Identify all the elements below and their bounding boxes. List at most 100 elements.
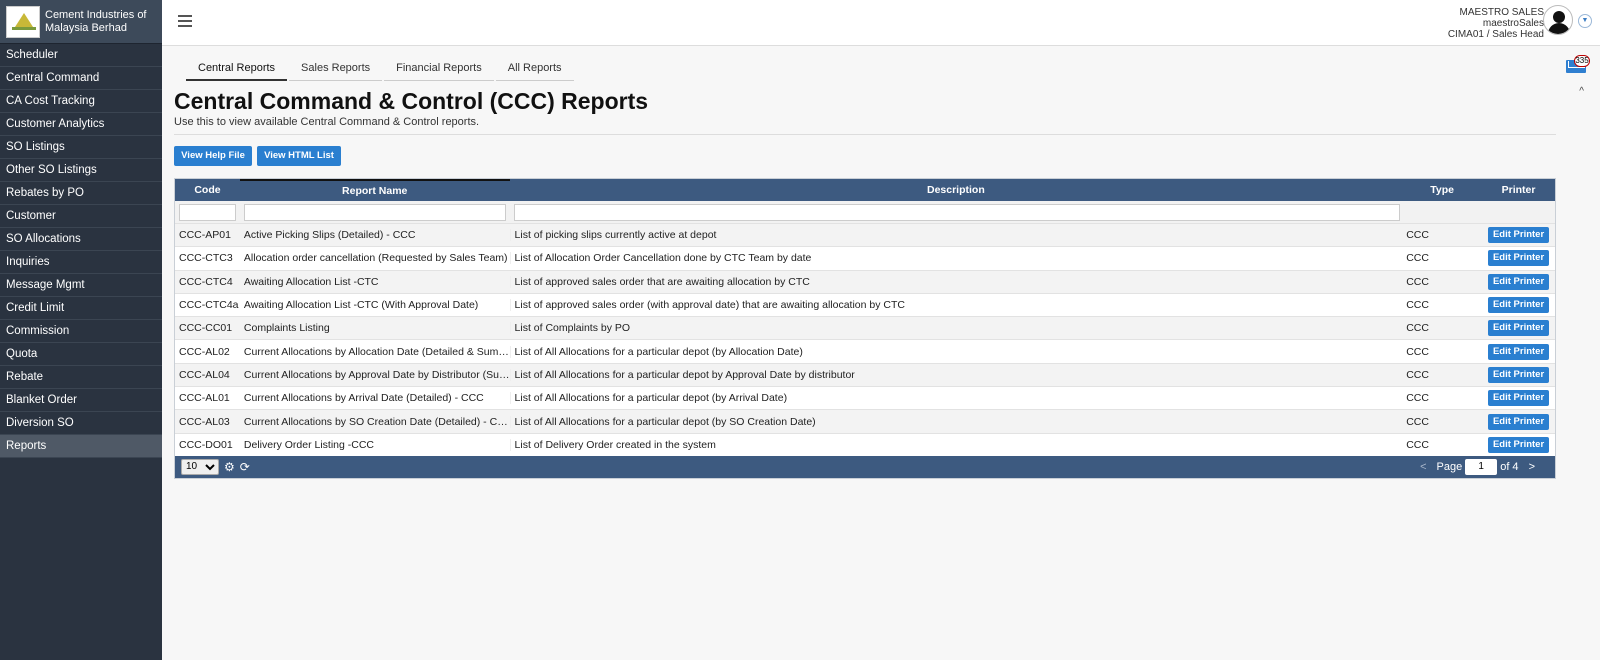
user-role: CIMA01 / Sales Head <box>1447 29 1544 40</box>
avatar[interactable] <box>1543 5 1573 35</box>
filter-row <box>175 201 1555 223</box>
row-type: CCC <box>1406 438 1429 451</box>
gear-icon[interactable]: ⚙ <box>224 460 235 474</box>
company-logo <box>6 5 40 38</box>
edit-printer-button[interactable]: Edit Printer <box>1487 227 1550 244</box>
row-type: CCC <box>1406 229 1429 242</box>
edit-printer-button[interactable]: Edit Printer <box>1487 413 1550 430</box>
row-printer-cell: Edit Printer <box>1482 413 1555 430</box>
sidebar-item-commission[interactable]: Commission <box>0 320 162 343</box>
reports-table: Code Report Name Description Type Printe… <box>174 178 1556 479</box>
row-type: CCC <box>1406 322 1429 335</box>
view-html-list-button[interactable]: View HTML List <box>257 146 341 166</box>
sidebar-item-quota[interactable]: Quota <box>0 343 162 366</box>
sidebar-item-customer[interactable]: Customer <box>0 205 162 228</box>
sidebar-item-message-mgmt[interactable]: Message Mgmt <box>0 274 162 297</box>
prev-page-button[interactable]: < <box>1420 461 1426 473</box>
sidebar-item-credit-limit[interactable]: Credit Limit <box>0 297 162 320</box>
row-description: List of approved sales order (with appro… <box>509 299 1403 312</box>
row-description: List of Delivery Order created in the sy… <box>509 438 1403 451</box>
mail-count-badge: 335 <box>1574 55 1590 67</box>
tab-sales-reports[interactable]: Sales Reports <box>289 58 383 81</box>
sidebar-item-reports[interactable]: Reports <box>0 435 162 458</box>
row-report-name[interactable]: Allocation order cancellation (Requested… <box>240 252 510 264</box>
user-login: maestroSales <box>1482 18 1544 29</box>
sidebar-item-rebate[interactable]: Rebate <box>0 366 162 389</box>
row-description: List of picking slips currently active a… <box>509 229 1403 242</box>
page-number-input[interactable]: 1 <box>1465 458 1498 475</box>
next-page-button[interactable]: > <box>1529 461 1535 473</box>
brand[interactable]: Cement Industries of Malaysia Berhad <box>0 0 162 44</box>
filter-name-input[interactable] <box>243 203 506 221</box>
edit-printer-button[interactable]: Edit Printer <box>1487 366 1550 383</box>
filter-desc-cell <box>510 203 1403 221</box>
table-row[interactable]: CCC-AP01 Active Picking Slips (Detailed) … <box>175 223 1555 247</box>
row-printer-cell: Edit Printer <box>1482 390 1555 407</box>
chevron-down-icon[interactable]: ▼ <box>1578 14 1592 28</box>
row-report-name[interactable]: Complaints Listing <box>240 322 510 334</box>
sidebar-item-so-listings[interactable]: SO Listings <box>0 136 162 159</box>
sidebar-item-central-command[interactable]: Central Command <box>0 67 162 90</box>
edit-printer-button[interactable]: Edit Printer <box>1487 390 1550 407</box>
tab-all-reports[interactable]: All Reports <box>495 58 574 81</box>
row-type: CCC <box>1406 252 1429 265</box>
row-printer-cell: Edit Printer <box>1482 343 1555 360</box>
table-row[interactable]: CCC-AL04 Current Allocations by Approval … <box>175 362 1555 387</box>
sidebar-item-inquiries[interactable]: Inquiries <box>0 251 162 274</box>
sidebar-item-scheduler[interactable]: Scheduler <box>0 44 162 67</box>
refresh-icon[interactable]: ⟳ <box>240 460 250 474</box>
edit-printer-button[interactable]: Edit Printer <box>1487 297 1550 314</box>
row-report-name[interactable]: Awaiting Allocation List -CTC (With Appr… <box>240 299 510 311</box>
row-printer-cell: Edit Printer <box>1482 366 1555 383</box>
table-row[interactable]: CCC-CC01 Complaints Listing List of Compla… <box>175 316 1555 340</box>
sidebar-item-blanket-order[interactable]: Blanket Order <box>0 389 162 412</box>
view-help-file-button[interactable]: View Help File <box>174 146 252 166</box>
row-report-name[interactable]: Active Picking Slips (Detailed) - CCC <box>240 229 510 241</box>
collapse-chevron-icon[interactable]: ^ <box>1579 86 1584 97</box>
row-type: CCC <box>1406 299 1429 312</box>
edit-printer-button[interactable]: Edit Printer <box>1487 250 1550 267</box>
column-header-name[interactable]: Report Name <box>239 179 510 201</box>
sidebar-item-diversion-so[interactable]: Diversion SO <box>0 412 162 435</box>
row-description: List of All Allocations for a particular… <box>509 345 1403 358</box>
row-report-name[interactable]: Delivery Order Listing -CCC <box>240 439 510 451</box>
sidebar-nav: Scheduler Central Command CA Cost Tracking… <box>0 44 162 458</box>
row-description: List of All Allocations for a particular… <box>509 415 1403 428</box>
table-row[interactable]: CCC-CTC3 Allocation order cancellation (R… <box>175 246 1555 269</box>
sidebar-item-so-allocations[interactable]: SO Allocations <box>0 228 162 251</box>
company-name: Cement Industries of Malaysia Berhad <box>45 8 147 34</box>
sidebar-item-customer-analytics[interactable]: Customer Analytics <box>0 113 162 136</box>
row-report-name[interactable]: Current Allocations by Allocation Date (… <box>240 346 510 358</box>
row-code: CCC-CTC3 <box>179 252 233 265</box>
row-type: CCC <box>1406 345 1429 358</box>
sidebar-item-rebates-by-po[interactable]: Rebates by PO <box>0 182 162 205</box>
table-row[interactable]: CCC-DO01 Delivery Order Listing -CCC List … <box>175 432 1555 456</box>
row-report-name[interactable]: Current Allocations by Arrival Date (Det… <box>240 392 510 404</box>
edit-printer-button[interactable]: Edit Printer <box>1487 273 1550 290</box>
column-header-description[interactable]: Description <box>510 179 1403 201</box>
column-header-code[interactable]: Code <box>175 179 240 201</box>
table-row[interactable]: CCC-AL02 Current Allocations by Allocatio… <box>175 339 1555 362</box>
tab-central-reports[interactable]: Central Reports <box>186 58 288 81</box>
edit-printer-button[interactable]: Edit Printer <box>1487 343 1550 360</box>
edit-printer-button[interactable]: Edit Printer <box>1487 320 1550 337</box>
row-report-name[interactable]: Current Allocations by Approval Date by … <box>240 369 510 381</box>
table-row[interactable]: CCC-AL03 Current Allocations by SO Creati… <box>175 409 1555 433</box>
row-code: CCC-CTC4a <box>179 299 239 312</box>
tab-financial-reports[interactable]: Financial Reports <box>384 58 494 81</box>
row-report-name[interactable]: Awaiting Allocation List -CTC <box>240 276 510 288</box>
table-row[interactable]: CCC-CTC4a Awaiting Allocation List -CTC (… <box>175 292 1555 316</box>
sidebar-item-ca-cost-tracking[interactable]: CA Cost Tracking <box>0 90 162 113</box>
row-report-name[interactable]: Current Allocations by SO Creation Date … <box>240 416 510 428</box>
page-size-select[interactable]: 10 <box>181 458 219 475</box>
sidebar-item-other-so-listings[interactable]: Other SO Listings <box>0 159 162 182</box>
table-row[interactable]: CCC-AL01 Current Allocations by Arrival D… <box>175 386 1555 409</box>
edit-printer-button[interactable]: Edit Printer <box>1487 436 1550 453</box>
filter-description-input[interactable] <box>513 203 1400 221</box>
row-code: CCC-AL04 <box>179 368 230 381</box>
hamburger-menu-icon[interactable] <box>178 15 192 27</box>
table-row[interactable]: CCC-CTC4 Awaiting Allocation List -CTC Lis… <box>175 269 1555 293</box>
column-header-type[interactable]: Type <box>1402 179 1482 201</box>
filter-code-input[interactable] <box>179 203 236 221</box>
mail-icon[interactable]: 335 <box>1566 55 1590 73</box>
